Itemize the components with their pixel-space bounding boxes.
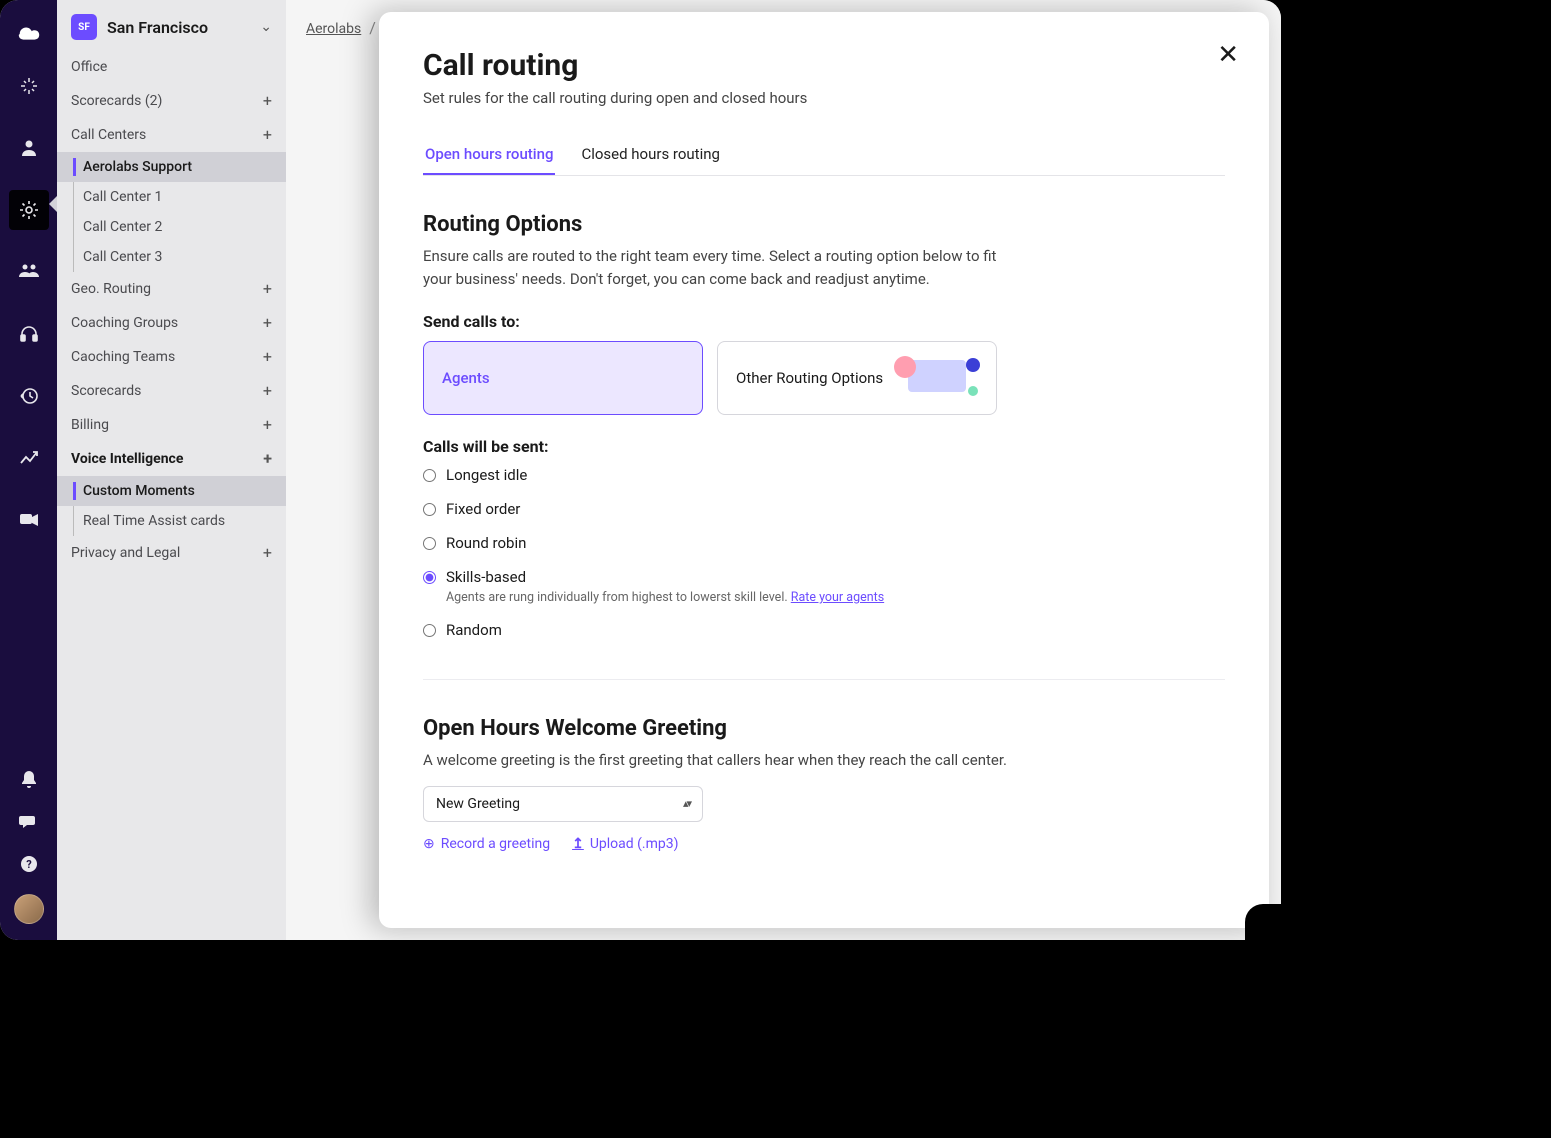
routing-desc: Ensure calls are routed to the right tea…	[423, 245, 1023, 290]
upload-icon: ↥	[572, 836, 584, 852]
rate-agents-link[interactable]: Rate your agents	[791, 590, 884, 605]
divider	[423, 679, 1225, 680]
sidebar-sub-cc2[interactable]: Call Center 2	[57, 212, 286, 242]
sidebar-sub-aerolabs[interactable]: Aerolabs Support	[57, 152, 286, 182]
close-icon[interactable]: ✕	[1217, 42, 1239, 68]
radio-longest-idle[interactable]: Longest idle	[423, 466, 1225, 484]
plus-icon[interactable]: +	[263, 349, 272, 365]
greeting-select[interactable]: New Greeting ▴▾	[423, 786, 703, 822]
routing-radios: Longest idle Fixed order Round robin Ski…	[423, 466, 1225, 639]
modal-subtitle: Set rules for the call routing during op…	[423, 89, 1225, 107]
trend-icon[interactable]	[9, 438, 49, 478]
plus-icon[interactable]: +	[263, 93, 272, 109]
tab-closed-hours[interactable]: Closed hours routing	[579, 135, 722, 175]
modal-tabs: Open hours routing Closed hours routing	[423, 135, 1225, 176]
workspace-switcher[interactable]: SF San Francisco ⌄	[57, 0, 286, 50]
sidebar-item-scorecards[interactable]: Scorecards+	[57, 374, 286, 408]
sidebar-item-georouting[interactable]: Geo. Routing+	[57, 272, 286, 306]
plus-icon[interactable]: +	[263, 545, 272, 561]
sidebar-sub-custommoments[interactable]: Custom Moments	[57, 476, 286, 506]
routing-illustration	[898, 360, 978, 396]
record-greeting-button[interactable]: ⊕ Record a greeting	[423, 836, 550, 852]
sidebar: SF San Francisco ⌄ Office Scorecards (2)…	[57, 0, 286, 940]
greeting-section: Open Hours Welcome Greeting A welcome gr…	[423, 716, 1225, 852]
card-other-routing[interactable]: Other Routing Options	[717, 341, 997, 415]
sidebar-item-callcenters[interactable]: Call Centers+	[57, 118, 286, 152]
settings-icon[interactable]	[9, 190, 49, 230]
video-icon[interactable]	[9, 500, 49, 540]
headset-icon[interactable]	[9, 314, 49, 354]
chevron-down-icon: ⌄	[260, 19, 272, 35]
sidebar-nav: Office Scorecards (2)+ Call Centers+ Aer…	[57, 50, 286, 570]
sidebar-sub-cc3[interactable]: Call Center 3	[57, 242, 286, 272]
breadcrumb-aerolabs[interactable]: Aerolabs	[306, 21, 361, 37]
radio-skills-based[interactable]: Skills-based Agents are rung individuall…	[423, 568, 1225, 605]
bell-icon[interactable]	[9, 768, 49, 792]
radio-fixed-order[interactable]: Fixed order	[423, 500, 1225, 518]
radio-random[interactable]: Random	[423, 621, 1225, 639]
greeting-desc: A welcome greeting is the first greeting…	[423, 749, 1225, 772]
plus-icon[interactable]: +	[263, 417, 272, 433]
tab-open-hours[interactable]: Open hours routing	[423, 135, 555, 175]
history-icon[interactable]	[9, 376, 49, 416]
sidebar-item-office[interactable]: Office	[57, 50, 286, 84]
sidebar-item-scorecards2[interactable]: Scorecards (2)+	[57, 84, 286, 118]
call-routing-modal: ✕ Call routing Set rules for the call ro…	[379, 12, 1269, 928]
sparkle-icon[interactable]	[9, 66, 49, 106]
sidebar-item-billing[interactable]: Billing+	[57, 408, 286, 442]
calls-sent-label: Calls will be sent:	[423, 437, 1225, 456]
plus-icon[interactable]: +	[263, 281, 272, 297]
avatar[interactable]	[14, 894, 44, 924]
workspace-name: San Francisco	[107, 18, 250, 37]
logo-icon	[16, 24, 42, 44]
modal-title: Call routing	[423, 48, 1225, 83]
svg-text:?: ?	[26, 858, 32, 871]
radio-round-robin[interactable]: Round robin	[423, 534, 1225, 552]
plus-icon[interactable]: +	[263, 127, 272, 143]
help-icon[interactable]: ?	[9, 852, 49, 876]
plus-icon[interactable]: +	[263, 383, 272, 399]
select-caret-icon: ▴▾	[683, 797, 690, 810]
icon-rail: ?	[0, 0, 57, 940]
sidebar-sub-rtassist[interactable]: Real Time Assist cards	[57, 506, 286, 536]
sidebar-item-voiceintel[interactable]: Voice Intelligence+	[57, 442, 286, 476]
routing-section: Routing Options Ensure calls are routed …	[423, 212, 1225, 639]
sidebar-item-coachinggroups[interactable]: Coaching Groups+	[57, 306, 286, 340]
greeting-heading: Open Hours Welcome Greeting	[423, 716, 1225, 741]
upload-mp3-button[interactable]: ↥ Upload (.mp3)	[572, 836, 678, 852]
user-icon[interactable]	[9, 128, 49, 168]
plus-circle-icon: ⊕	[423, 836, 435, 852]
workspace-badge: SF	[71, 14, 97, 40]
card-agents[interactable]: Agents	[423, 341, 703, 415]
plus-icon[interactable]: +	[263, 451, 272, 467]
team-icon[interactable]	[9, 252, 49, 292]
corner-mask	[1245, 904, 1281, 940]
sidebar-item-privacy[interactable]: Privacy and Legal+	[57, 536, 286, 570]
chat-icon[interactable]	[9, 810, 49, 834]
send-to-label: Send calls to:	[423, 312, 1225, 331]
sidebar-item-coachingteams[interactable]: Caoching Teams+	[57, 340, 286, 374]
sidebar-sub-cc1[interactable]: Call Center 1	[57, 182, 286, 212]
plus-icon[interactable]: +	[263, 315, 272, 331]
routing-heading: Routing Options	[423, 212, 1225, 237]
